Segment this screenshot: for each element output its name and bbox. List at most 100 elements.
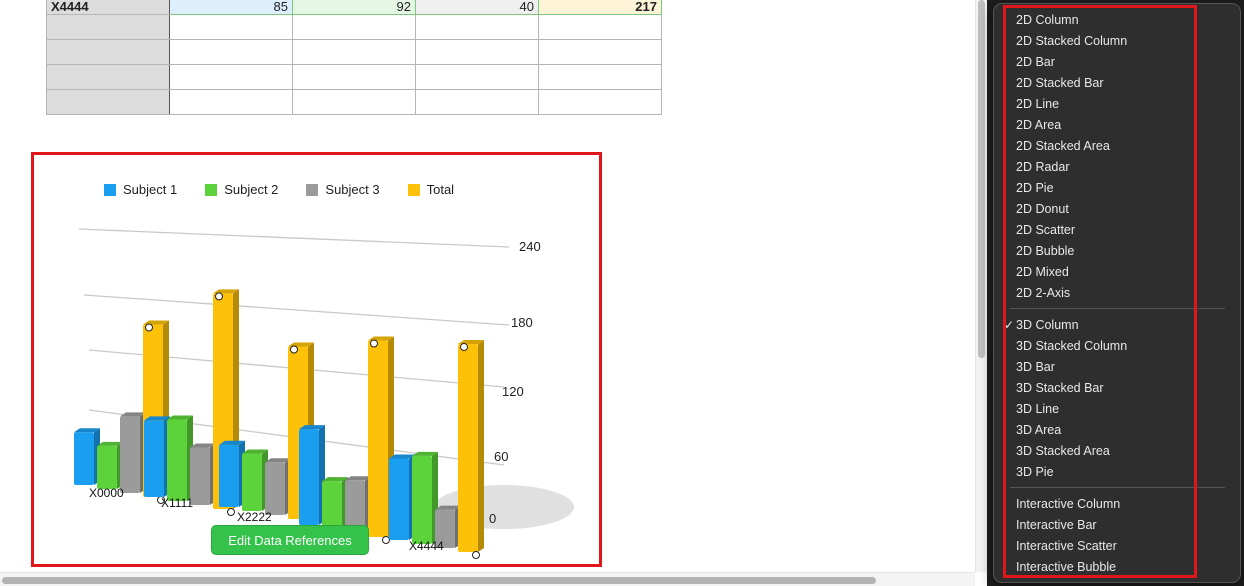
data-handle — [472, 551, 480, 559]
table-cell[interactable]: 217 — [538, 0, 662, 15]
table-cell[interactable]: 92 — [292, 0, 416, 15]
table-cell[interactable] — [292, 64, 416, 90]
bar-subject-2 — [322, 481, 342, 529]
menu-item[interactable]: 2D Bubble — [1016, 241, 1196, 262]
menu-item[interactable]: 2D Mixed — [1016, 262, 1196, 283]
table-row — [46, 64, 662, 90]
gridline — [83, 294, 510, 326]
menu-item[interactable]: 2D Bar — [1016, 52, 1196, 73]
x-tick-label: X1111 — [161, 496, 193, 510]
menu-item[interactable]: 2D Stacked Bar — [1016, 73, 1196, 94]
chart-plot: 060120180240X0000X1111X2222X3333X4444 — [74, 228, 574, 559]
table-cell[interactable] — [169, 39, 293, 65]
table-cell[interactable] — [538, 39, 662, 65]
menu-item[interactable]: 3D Bar — [1016, 357, 1196, 378]
edit-data-references-button[interactable]: Edit Data References — [211, 525, 369, 555]
menu-item[interactable]: 2D Radar — [1016, 157, 1196, 178]
table-cell[interactable] — [292, 89, 416, 115]
table-cell[interactable] — [538, 89, 662, 115]
y-tick-label: 0 — [489, 511, 496, 526]
row-header[interactable] — [46, 39, 170, 65]
data-handle — [382, 536, 390, 544]
menu-separator — [1010, 487, 1225, 488]
menu-item[interactable]: 2D Area — [1016, 115, 1196, 136]
menu-item[interactable]: 2D Donut — [1016, 199, 1196, 220]
data-handle — [227, 508, 235, 516]
horizontal-scroll-thumb[interactable] — [2, 577, 876, 584]
bar-subject-1 — [74, 432, 94, 485]
menu-item[interactable]: 2D Pie — [1016, 178, 1196, 199]
menu-item[interactable]: 3D Stacked Area — [1016, 441, 1196, 462]
menu-item[interactable]: 2D Column — [1016, 10, 1196, 31]
data-handle — [460, 343, 468, 352]
bar-subject-2 — [97, 445, 117, 489]
menu-item[interactable]: 2D Stacked Area — [1016, 136, 1196, 157]
y-tick-label: 120 — [502, 384, 524, 399]
x-tick-label: X4444 — [409, 539, 444, 553]
menu-item[interactable]: 2D 2-Axis — [1016, 283, 1196, 304]
bar-subject-1 — [144, 420, 164, 497]
row-header[interactable] — [46, 64, 170, 90]
bar-total — [368, 340, 388, 537]
bar-subject-1 — [299, 429, 319, 525]
menu-item[interactable]: 2D Stacked Column — [1016, 31, 1196, 52]
data-handle — [145, 323, 153, 332]
menu-item[interactable]: Interactive Bubble — [1016, 557, 1196, 578]
menu-item[interactable]: 3D Pie — [1016, 462, 1196, 483]
table-cell[interactable] — [415, 14, 539, 40]
menu-item[interactable]: 2D Scatter — [1016, 220, 1196, 241]
table-cell[interactable] — [415, 39, 539, 65]
data-table: X4444 85 92 40 217 — [46, 0, 662, 115]
x-tick-label: X2222 — [237, 510, 272, 524]
table-cell[interactable] — [538, 64, 662, 90]
menu-item[interactable]: 3D Area — [1016, 420, 1196, 441]
data-handle — [290, 345, 298, 354]
y-tick-label: 60 — [494, 449, 508, 464]
table-row — [46, 39, 662, 65]
bar-subject-2 — [242, 453, 262, 511]
chart-container[interactable]: Subject 1 Subject 2 Subject 3 Total 0 60 1… — [31, 152, 602, 567]
bar-subject-1 — [389, 458, 409, 540]
table-cell[interactable] — [292, 39, 416, 65]
menu-item[interactable]: 2D Line — [1016, 94, 1196, 115]
menu-item[interactable]: Interactive Column — [1016, 494, 1196, 515]
table-cell[interactable] — [169, 64, 293, 90]
table-cell[interactable] — [415, 64, 539, 90]
menu-separator — [1010, 308, 1225, 309]
menu-item[interactable]: Interactive Scatter — [1016, 536, 1196, 557]
table-cell[interactable]: 85 — [169, 0, 293, 15]
data-handle — [370, 339, 378, 348]
table-cell[interactable] — [169, 89, 293, 115]
menu-item[interactable]: 3D Line — [1016, 399, 1196, 420]
data-handle — [215, 292, 223, 301]
table-cell[interactable] — [169, 14, 293, 40]
bar-subject-3 — [265, 462, 285, 515]
table-cell[interactable] — [292, 14, 416, 40]
vertical-scrollbar[interactable] — [975, 0, 987, 572]
table-row — [46, 14, 662, 40]
bar-side — [478, 340, 484, 552]
y-tick-label: 180 — [511, 315, 533, 330]
row-header[interactable] — [46, 89, 170, 115]
bar-subject-2 — [167, 419, 187, 501]
vertical-scroll-thumb[interactable] — [978, 0, 985, 358]
table-cell[interactable]: 40 — [415, 0, 539, 15]
menu-item[interactable]: Interactive Bar — [1016, 515, 1196, 536]
menu-item[interactable]: 3D Stacked Bar — [1016, 378, 1196, 399]
table-cell[interactable] — [415, 89, 539, 115]
checkmark-icon: ✓ — [1004, 318, 1015, 332]
bar-subject-3 — [120, 416, 140, 493]
bar-total — [458, 344, 478, 552]
menu-item[interactable]: 3D Stacked Column — [1016, 336, 1196, 357]
menu-item[interactable]: 3D Column — [1016, 315, 1196, 336]
row-header[interactable]: X4444 — [46, 0, 170, 15]
table-row — [46, 89, 662, 115]
gridline — [78, 228, 510, 248]
horizontal-scrollbar[interactable] — [0, 572, 975, 586]
y-tick-label: 240 — [519, 239, 541, 254]
bar-subject-2 — [412, 455, 432, 544]
table-cell[interactable] — [538, 14, 662, 40]
row-header[interactable] — [46, 14, 170, 40]
bar-subject-1 — [219, 444, 239, 507]
x-tick-label: X0000 — [89, 486, 124, 500]
